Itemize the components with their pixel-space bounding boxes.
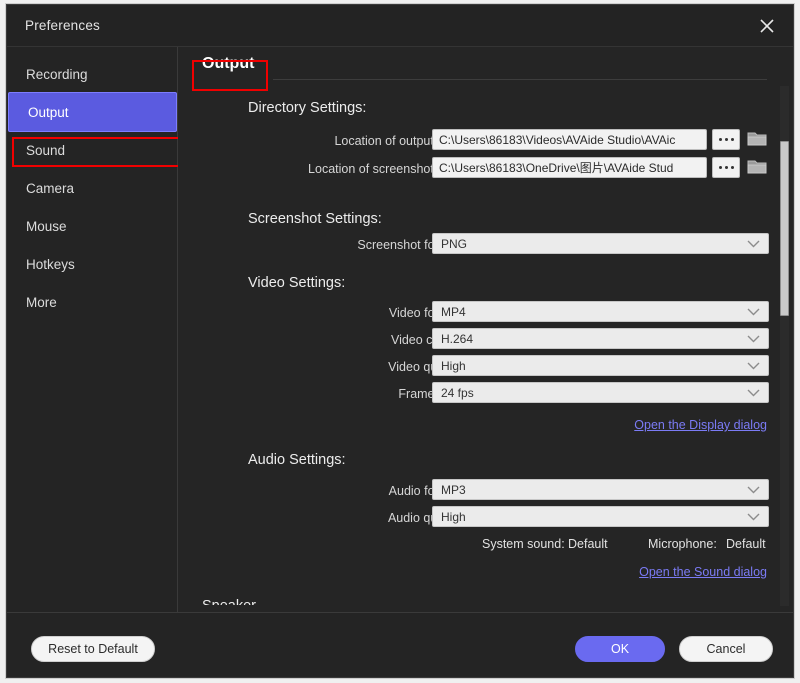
screenshot-location-browse-ellipsis-icon[interactable] bbox=[712, 157, 740, 178]
sidebar-item-label: Recording bbox=[26, 66, 88, 82]
video-quality-label: Video quality: bbox=[388, 360, 463, 374]
video-codec-label: Video codec: bbox=[390, 333, 463, 347]
sidebar-item-sound[interactable]: Sound bbox=[7, 131, 177, 169]
video-codec-value: H.264 bbox=[441, 331, 474, 346]
video-format-value: MP4 bbox=[441, 304, 466, 319]
video-format-select[interactable]: MP4 bbox=[432, 301, 769, 322]
audio-format-value: MP3 bbox=[441, 482, 466, 497]
output-location-input[interactable]: C:\Users\86183\Videos\AVAide Studio\AVAi… bbox=[432, 129, 707, 150]
sidebar-item-label: More bbox=[26, 294, 57, 310]
settings-scroll-area[interactable]: Directory Settings: Location of output f… bbox=[178, 80, 793, 612]
audio-format-select[interactable]: MP3 bbox=[432, 479, 769, 500]
chevron-down-icon bbox=[747, 389, 760, 396]
chevron-down-icon bbox=[747, 308, 760, 315]
screenshot-location-input[interactable]: C:\Users\86183\OneDrive\图片\AVAide Stud bbox=[432, 157, 707, 178]
sidebar-item-output[interactable]: Output bbox=[9, 93, 176, 131]
sidebar-item-label: Camera bbox=[26, 180, 75, 196]
frame-rate-value: 24 fps bbox=[441, 385, 474, 400]
chevron-down-icon bbox=[747, 240, 760, 247]
footer-bar: Reset to Default OK Cancel bbox=[7, 612, 793, 677]
video-quality-value: High bbox=[441, 358, 466, 373]
window-title: Preferences bbox=[25, 18, 100, 33]
sidebar-item-hotkeys[interactable]: Hotkeys bbox=[7, 245, 177, 283]
screenshot-settings-heading: Screenshot Settings: bbox=[248, 211, 382, 227]
directory-settings-heading: Directory Settings: bbox=[248, 100, 367, 116]
system-sound-value: Default bbox=[568, 537, 608, 551]
page-title: Output bbox=[202, 55, 255, 72]
preferences-window: Preferences Recording Output Sound Camer… bbox=[6, 4, 794, 678]
screenshot-location-label: Location of screenshot files: bbox=[308, 162, 463, 176]
sidebar-item-camera[interactable]: Camera bbox=[7, 169, 177, 207]
next-section-heading-cutoff: Speaker bbox=[202, 598, 256, 605]
video-format-label: Video format: bbox=[388, 306, 463, 320]
chevron-down-icon bbox=[747, 513, 760, 520]
output-location-label: Location of output files: bbox=[334, 134, 463, 148]
sidebar-item-label: Sound bbox=[26, 142, 66, 158]
sidebar-item-label: Output bbox=[28, 104, 69, 120]
panel-header: Output bbox=[178, 47, 793, 91]
sidebar: Recording Output Sound Camera Mouse Hotk… bbox=[7, 47, 184, 612]
sidebar-list: Recording Output Sound Camera Mouse Hotk… bbox=[7, 47, 177, 321]
open-display-dialog-link[interactable]: Open the Display dialog bbox=[634, 418, 767, 432]
screenshot-format-label: Screenshot format: bbox=[357, 238, 463, 252]
frame-rate-select[interactable]: 24 fps bbox=[432, 382, 769, 403]
chevron-down-icon bbox=[747, 335, 760, 342]
sidebar-item-more[interactable]: More bbox=[7, 283, 177, 321]
audio-settings-heading: Audio Settings: bbox=[248, 452, 346, 468]
title-bar: Preferences bbox=[7, 5, 793, 47]
chevron-down-icon bbox=[747, 362, 760, 369]
sidebar-item-label: Hotkeys bbox=[26, 256, 75, 272]
microphone-label: Microphone: bbox=[648, 537, 717, 551]
output-location-folder-icon[interactable] bbox=[746, 129, 768, 149]
close-icon[interactable] bbox=[753, 13, 781, 39]
audio-quality-label: Audio quality: bbox=[387, 511, 463, 525]
video-codec-select[interactable]: H.264 bbox=[432, 328, 769, 349]
microphone-value: Default bbox=[726, 537, 766, 551]
scrollbar-track[interactable] bbox=[780, 86, 789, 606]
open-sound-dialog-link[interactable]: Open the Sound dialog bbox=[639, 565, 767, 579]
output-location-browse-ellipsis-icon[interactable] bbox=[712, 129, 740, 150]
scrollbar-thumb[interactable] bbox=[780, 141, 789, 316]
screenshot-format-select[interactable]: PNG bbox=[432, 233, 769, 254]
reset-to-default-button[interactable]: Reset to Default bbox=[31, 636, 155, 662]
audio-quality-value: High bbox=[441, 509, 466, 524]
audio-format-label: Audio format: bbox=[388, 484, 463, 498]
sidebar-item-mouse[interactable]: Mouse bbox=[7, 207, 177, 245]
sidebar-item-label: Mouse bbox=[26, 218, 67, 234]
ok-button[interactable]: OK bbox=[575, 636, 665, 662]
content-panel: Output Directory Settings: Location of o… bbox=[178, 47, 793, 612]
video-settings-heading: Video Settings: bbox=[248, 275, 346, 291]
video-quality-select[interactable]: High bbox=[432, 355, 769, 376]
cancel-button[interactable]: Cancel bbox=[679, 636, 773, 662]
screenshot-format-value: PNG bbox=[441, 236, 468, 251]
audio-quality-select[interactable]: High bbox=[432, 506, 769, 527]
screenshot-location-folder-icon[interactable] bbox=[746, 157, 768, 177]
chevron-down-icon bbox=[747, 486, 760, 493]
frame-rate-label: Frame rate: bbox=[398, 387, 463, 401]
sidebar-item-recording[interactable]: Recording bbox=[7, 55, 177, 93]
system-sound-label: System sound: bbox=[482, 537, 565, 551]
